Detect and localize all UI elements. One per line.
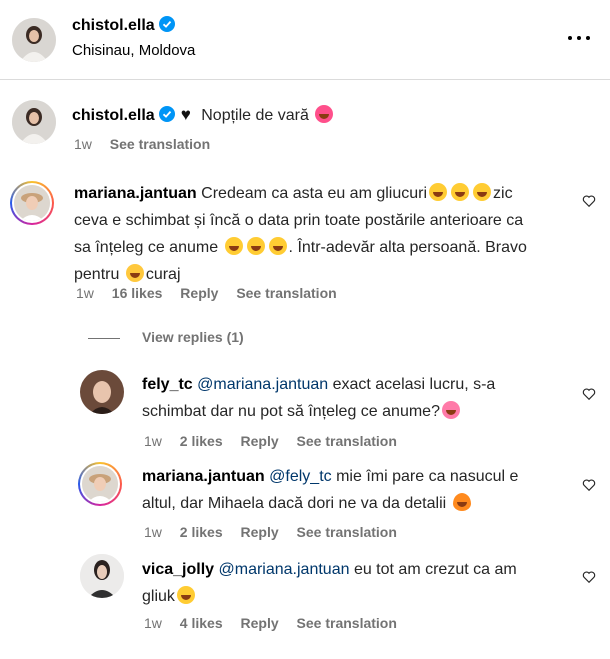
more-options-icon[interactable] [568, 28, 592, 48]
reply-meta: 1w 2 likes Reply See translation [144, 524, 397, 540]
heart-outline-icon[interactable] [582, 194, 596, 208]
reply-avatar-ring [78, 462, 122, 506]
view-replies-button[interactable]: View replies (1) [88, 329, 244, 345]
caption-see-translation[interactable]: See translation [110, 136, 210, 152]
replies-divider [88, 337, 120, 339]
caption-time: 1w [74, 136, 92, 152]
caption-text: chistol.ella ♥ Nopțile de vară [72, 101, 335, 129]
see-translation-button[interactable]: See translation [297, 615, 397, 631]
see-translation-button[interactable]: See translation [236, 285, 336, 301]
likes-count[interactable]: 4 likes [180, 615, 223, 631]
clapping-hands-emoji-icon [125, 264, 144, 282]
reply-avatar[interactable] [82, 466, 118, 502]
laughing-emoji-icon [246, 237, 265, 255]
fire-emoji-icon [452, 493, 471, 511]
caption-body: Nopțile de vară [201, 107, 309, 124]
likes-count[interactable]: 2 likes [180, 433, 223, 449]
header-avatar[interactable] [12, 18, 56, 62]
see-translation-button[interactable]: See translation [297, 433, 397, 449]
comment-meta: 1w 16 likes Reply See translation [76, 285, 337, 301]
comment-username[interactable]: mariana.jantuan [74, 185, 197, 202]
reply-text: vica_jolly @mariana.jantuan eu tot am cr… [142, 561, 517, 605]
heart-outline-icon[interactable] [582, 570, 596, 584]
black-heart-icon: ♥ [180, 105, 191, 124]
laughing-emoji-icon [473, 183, 492, 201]
header-location[interactable]: Chisinau, Moldova [72, 42, 195, 59]
verified-badge-icon [158, 106, 175, 122]
reply-meta: 1w 2 likes Reply See translation [144, 433, 397, 449]
caption-avatar[interactable] [12, 100, 56, 144]
reply-mention[interactable]: @fely_tc [269, 468, 331, 485]
heart-outline-icon[interactable] [582, 387, 596, 401]
likes-count[interactable]: 16 likes [112, 285, 163, 301]
comment-text: mariana.jantuan Credeam ca asta eu am gl… [74, 183, 527, 283]
reply-mention[interactable]: @mariana.jantuan [219, 561, 350, 578]
laughing-emoji-icon [176, 586, 195, 604]
header-username[interactable]: chistol.ella [72, 16, 175, 35]
laughing-emoji-icon [451, 183, 470, 201]
caption-username[interactable]: chistol.ella [72, 107, 155, 124]
reply-meta: 1w 4 likes Reply See translation [144, 615, 397, 631]
heart-outline-icon[interactable] [582, 478, 596, 492]
verified-badge-icon [158, 16, 175, 32]
laughing-emoji-icon [268, 237, 287, 255]
reply-mention[interactable]: @mariana.jantuan [197, 376, 328, 393]
reply-button[interactable]: Reply [241, 615, 279, 631]
likes-count[interactable]: 2 likes [180, 524, 223, 540]
reply-text: fely_tc @mariana.jantuan exact acelasi l… [142, 376, 496, 420]
laughing-emoji-icon [429, 183, 448, 201]
reply-username[interactable]: mariana.jantuan [142, 468, 265, 485]
smiling-hearts-emoji-icon [441, 401, 460, 419]
caption-meta: 1w See translation [74, 136, 224, 152]
reply-avatar[interactable] [80, 554, 124, 598]
reply-button[interactable]: Reply [241, 524, 279, 540]
post-header: chistol.ella Chisinau, Moldova [0, 0, 610, 80]
see-translation-button[interactable]: See translation [297, 524, 397, 540]
reply-avatar[interactable] [80, 370, 124, 414]
comment-avatar[interactable] [14, 185, 50, 221]
reply-button[interactable]: Reply [180, 285, 218, 301]
heart-eyes-emoji-icon [315, 105, 334, 123]
reply-username[interactable]: fely_tc [142, 376, 193, 393]
comment-avatar-ring [10, 181, 54, 225]
reply-button[interactable]: Reply [241, 433, 279, 449]
reply-text: mariana.jantuan @fely_tc mie îmi pare ca… [142, 468, 519, 512]
reply-username[interactable]: vica_jolly [142, 561, 214, 578]
laughing-emoji-icon [224, 237, 243, 255]
